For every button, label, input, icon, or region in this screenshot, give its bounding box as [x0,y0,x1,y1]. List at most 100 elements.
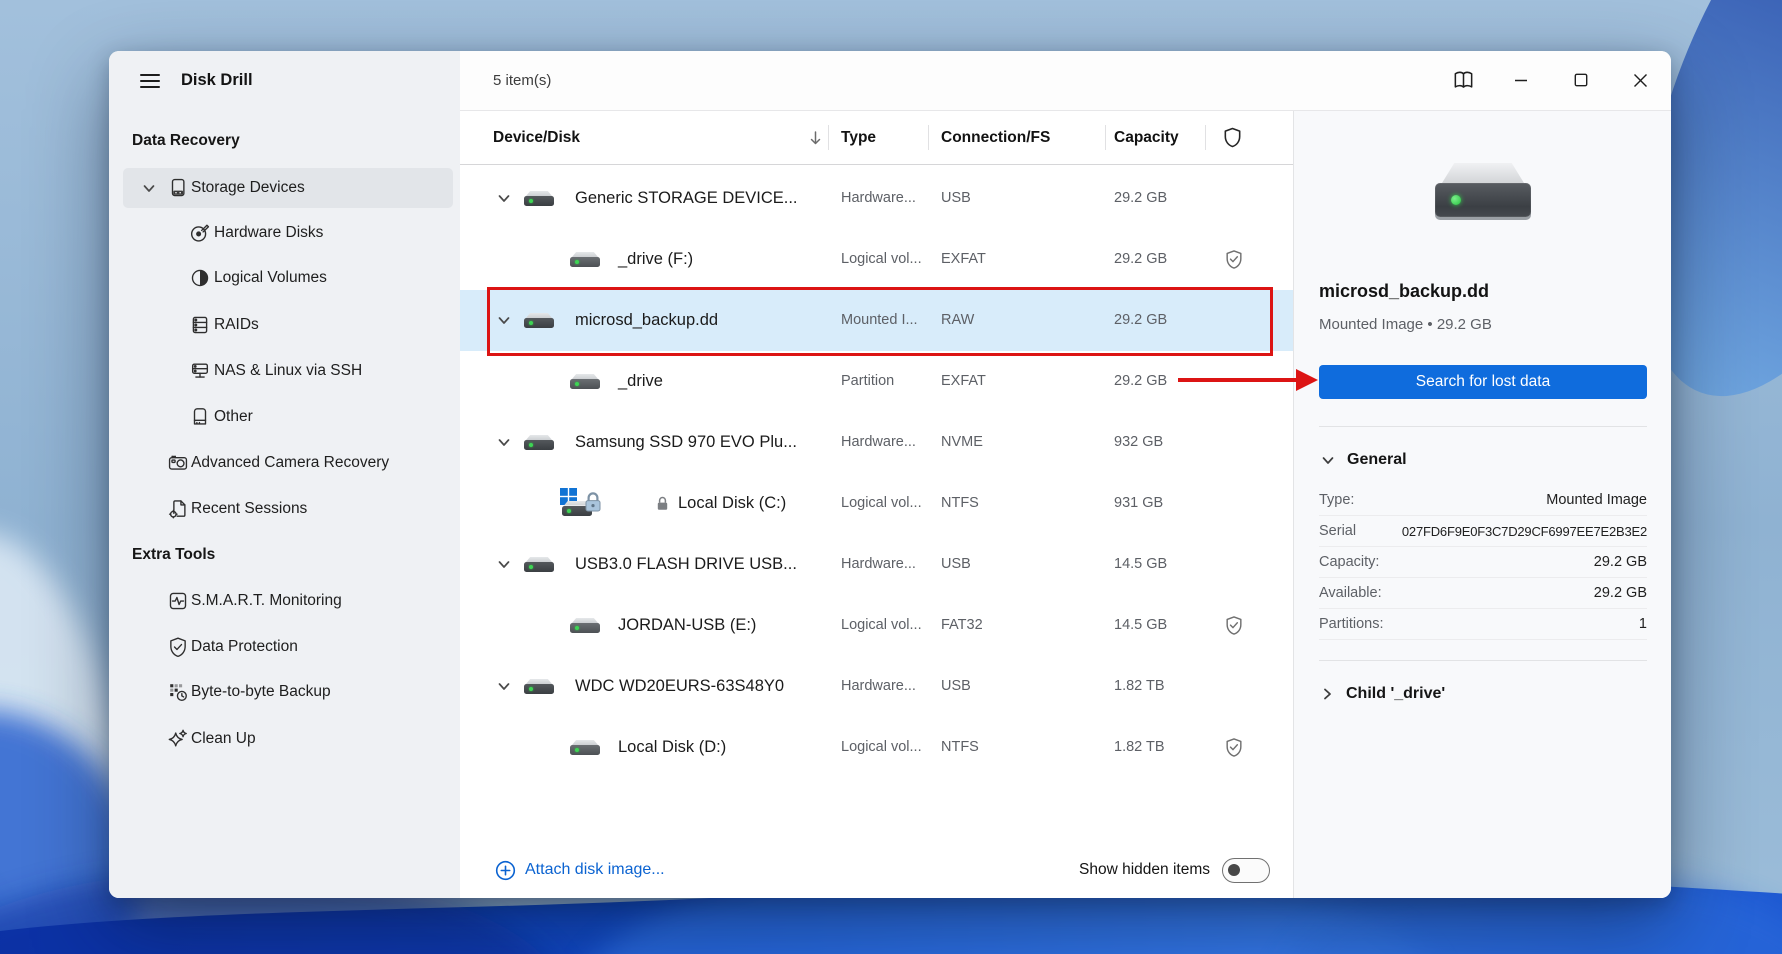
device-row-drive-f[interactable]: _drive (F:)Logical vol...EXFAT29.2 GB [460,229,1293,290]
recent-sessions-icon [167,489,189,529]
sidebar-item-label: Other [214,397,253,437]
sidebar: Disk Drill Data Recovery Storage Devices H… [109,51,460,898]
details-panel: microsd_backup.dd Mounted Image • 29.2 G… [1293,111,1671,898]
user-guide-book-icon[interactable] [1448,65,1478,95]
device-row-usb3-0-flash-drive-usb[interactable]: USB3.0 FLASH DRIVE USB...Hardware...USB1… [460,534,1293,595]
minimize-button[interactable] [1506,65,1536,95]
data-protection-icon [167,627,189,667]
device-capacity: 932 GB [1114,412,1163,473]
sidebar-item-label: Clean Up [191,719,256,759]
sidebar-item-clean-up[interactable]: Clean Up [123,719,453,759]
chevron-down-icon[interactable] [498,168,510,229]
sort-descending-icon[interactable] [808,130,823,151]
device-name: Local Disk (C:) [678,473,786,534]
sidebar-item-s-m-a-r-t-monitoring[interactable]: S.M.A.R.T. Monitoring [123,581,453,621]
detail-label: Available: [1319,585,1382,601]
device-row-wdc-wd20eurs-63s48y0[interactable]: WDC WD20EURS-63S48Y0Hardware...USB1.82 T… [460,656,1293,717]
device-name: microsd_backup.dd [1319,281,1489,302]
maximize-button[interactable] [1566,65,1596,95]
sidebar-item-advanced-camera-recovery[interactable]: Advanced Camera Recovery [123,443,453,483]
drive-illustration [1435,163,1531,217]
section-header-child-drive[interactable]: Child '_drive' [1322,685,1647,703]
device-subtitle: Mounted Image • 29.2 GB [1319,316,1492,333]
sidebar-item-data-protection[interactable]: Data Protection [123,627,453,667]
attach-disk-image-link[interactable]: Attach disk image... [495,842,665,898]
device-connection-fs: RAW [941,290,974,351]
chevron-down-icon[interactable] [498,534,510,595]
device-connection-fs: EXFAT [941,229,986,290]
sidebar-item-storage-devices[interactable]: Storage Devices [123,168,453,208]
device-capacity: 1.82 TB [1114,717,1165,778]
device-row-microsd-backup-dd[interactable]: microsd_backup.ddMounted I...RAW29.2 GB [460,290,1293,351]
hamburger-menu-icon[interactable] [140,74,160,88]
detail-value: 027FD6F9E0F3C7D29CF6997EE7E2B3E2 [1402,524,1647,539]
device-row-generic-storage-device[interactable]: Generic STORAGE DEVICE...Hardware...USB2… [460,168,1293,229]
chevron-down-icon[interactable] [1322,455,1334,466]
sidebar-item-label: Advanced Camera Recovery [191,443,389,483]
search-for-lost-data-button[interactable]: Search for lost data [1319,365,1647,399]
device-type: Logical vol... [841,717,922,778]
device-type: Hardware... [841,168,916,229]
sidebar-item-byte-to-byte-backup[interactable]: Byte-to-byte Backup [123,672,453,712]
show-hidden-items-toggle[interactable] [1222,858,1270,883]
section-header-general[interactable]: General [1322,451,1647,469]
chevron-down-icon[interactable] [498,290,510,351]
device-table: Device/Disk Type Connection/FS Capacity [460,111,1293,898]
sidebar-item-label: Byte-to-byte Backup [191,672,331,712]
device-row-drive[interactable]: _drivePartitionEXFAT29.2 GB [460,351,1293,412]
detail-row: Serial027FD6F9E0F3C7D29CF6997EE7E2B3E2 [1319,516,1647,547]
drive-icon [524,168,554,229]
chevron-down-icon[interactable] [143,168,155,208]
attach-disk-image-label: Attach disk image... [525,861,665,879]
shield-check-icon [1220,717,1248,778]
sidebar-item-recent-sessions[interactable]: Recent Sessions [123,489,453,529]
device-capacity: 14.5 GB [1114,534,1167,595]
sidebar-item-raids[interactable]: RAIDs [123,305,453,345]
device-row-jordan-usb-e[interactable]: JORDAN-USB (E:)Logical vol...FAT3214.5 G… [460,595,1293,656]
detail-value: Mounted Image [1546,492,1647,508]
device-connection-fs: NVME [941,412,983,473]
chevron-down-icon[interactable] [498,412,510,473]
device-connection-fs: FAT32 [941,595,983,656]
shield-outline-icon[interactable] [1222,126,1243,149]
device-row-local-disk-d[interactable]: Local Disk (D:)Logical vol...NTFS1.82 TB [460,717,1293,778]
sidebar-item-nas-linux-via-ssh[interactable]: NAS & Linux via SSH [123,351,453,391]
drive-icon [570,351,600,412]
titlebar: 5 item(s) [460,51,1671,111]
header-separator [828,125,829,150]
section-title: General [1347,451,1407,469]
sidebar-item-hardware-disks[interactable]: Hardware Disks [123,213,453,253]
sidebar-item-other[interactable]: Other [123,397,453,437]
circle-plus-icon [495,860,516,881]
sidebar-item-label: Storage Devices [191,168,305,208]
sidebar-item-logical-volumes[interactable]: Logical Volumes [123,258,453,298]
column-capacity[interactable]: Capacity [1114,111,1179,164]
column-connection-fs[interactable]: Connection/FS [941,111,1050,164]
byte-backup-icon [167,672,189,712]
column-device-disk[interactable]: Device/Disk [493,111,580,164]
device-row-samsung-ssd-970-evo-plu[interactable]: Samsung SSD 970 EVO Plu...Hardware...NVM… [460,412,1293,473]
chevron-down-icon[interactable] [498,656,510,717]
device-capacity: 1.82 TB [1114,656,1165,717]
sidebar-item-label: RAIDs [214,305,259,345]
device-row-local-disk-c[interactable]: Local Disk (C:)Logical vol...NTFS931 GB [460,473,1293,534]
panel-divider [1319,426,1647,427]
close-button[interactable] [1625,65,1655,95]
header-separator [1205,125,1206,150]
camera-icon [167,443,189,483]
drive-icon [524,290,554,351]
drive-icon [524,534,554,595]
detail-value: 29.2 GB [1594,554,1647,570]
table-footer: Attach disk image... Show hidden items [460,842,1293,898]
column-type[interactable]: Type [841,111,876,164]
device-name: WDC WD20EURS-63S48Y0 [575,656,784,717]
device-capacity: 29.2 GB [1114,168,1167,229]
sidebar-item-label: NAS & Linux via SSH [214,351,362,391]
sidebar-section-label: Data Recovery [132,121,240,161]
chevron-right-icon[interactable] [1322,688,1333,700]
other-drive-icon [189,397,211,437]
items-count: 5 item(s) [493,51,551,110]
nas-linux-icon [189,351,211,391]
app-title: Disk Drill [181,71,253,90]
detail-label: Type: [1319,492,1354,508]
